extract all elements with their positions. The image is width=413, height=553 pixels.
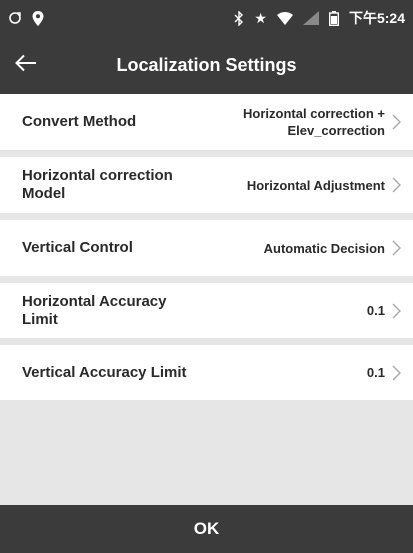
app-bar: Localization Settings: [0, 36, 413, 94]
setting-label: Horizontal correction Model: [22, 167, 173, 202]
star-icon: ★: [254, 10, 267, 26]
page-title: Localization Settings: [116, 54, 297, 75]
setting-label: Vertical Control: [22, 239, 133, 256]
setting-value: Horizontal correction + Elev_correction: [243, 106, 385, 138]
setting-label: Vertical Accuracy Limit: [22, 363, 187, 381]
setting-value: 0.1: [366, 303, 385, 318]
signal-icon: [302, 11, 319, 25]
setting-row-horizontal-accuracy-limit[interactable]: Horizontal Accuracy Limit 0.1: [0, 283, 413, 338]
setting-value: Horizontal Adjustment: [246, 177, 385, 193]
status-bar: ★ 下午5:24: [0, 0, 413, 36]
setting-row-vertical-accuracy-limit[interactable]: Vertical Accuracy Limit 0.1: [0, 345, 413, 400]
wifi-icon: [276, 11, 293, 25]
chevron-right-icon: [392, 303, 401, 318]
back-button[interactable]: [0, 36, 52, 94]
sync-icon: [8, 11, 22, 25]
setting-value: 0.1: [366, 365, 385, 380]
setting-row-convert-method[interactable]: Convert Method Horizontal correction + E…: [0, 94, 413, 150]
setting-value: Automatic Decision: [263, 240, 385, 256]
chevron-right-icon: [392, 240, 401, 256]
chevron-right-icon: [392, 365, 401, 380]
chevron-right-icon: [392, 177, 401, 193]
status-time: 下午5:24: [348, 10, 405, 26]
location-pin-icon: [32, 10, 44, 26]
setting-row-horizontal-correction-model[interactable]: Horizontal correction Model Horizontal A…: [0, 157, 413, 213]
setting-label: Convert Method: [22, 113, 137, 130]
ok-button[interactable]: OK: [0, 505, 413, 553]
bluetooth-icon: [234, 10, 244, 26]
settings-list: Convert Method Horizontal correction + E…: [0, 94, 413, 400]
setting-label: Horizontal Accuracy Limit: [22, 292, 167, 328]
setting-row-vertical-control[interactable]: Vertical Control Automatic Decision: [0, 220, 413, 276]
battery-icon: [328, 10, 339, 26]
arrow-left-icon: [15, 54, 37, 77]
chevron-right-icon: [392, 114, 401, 130]
